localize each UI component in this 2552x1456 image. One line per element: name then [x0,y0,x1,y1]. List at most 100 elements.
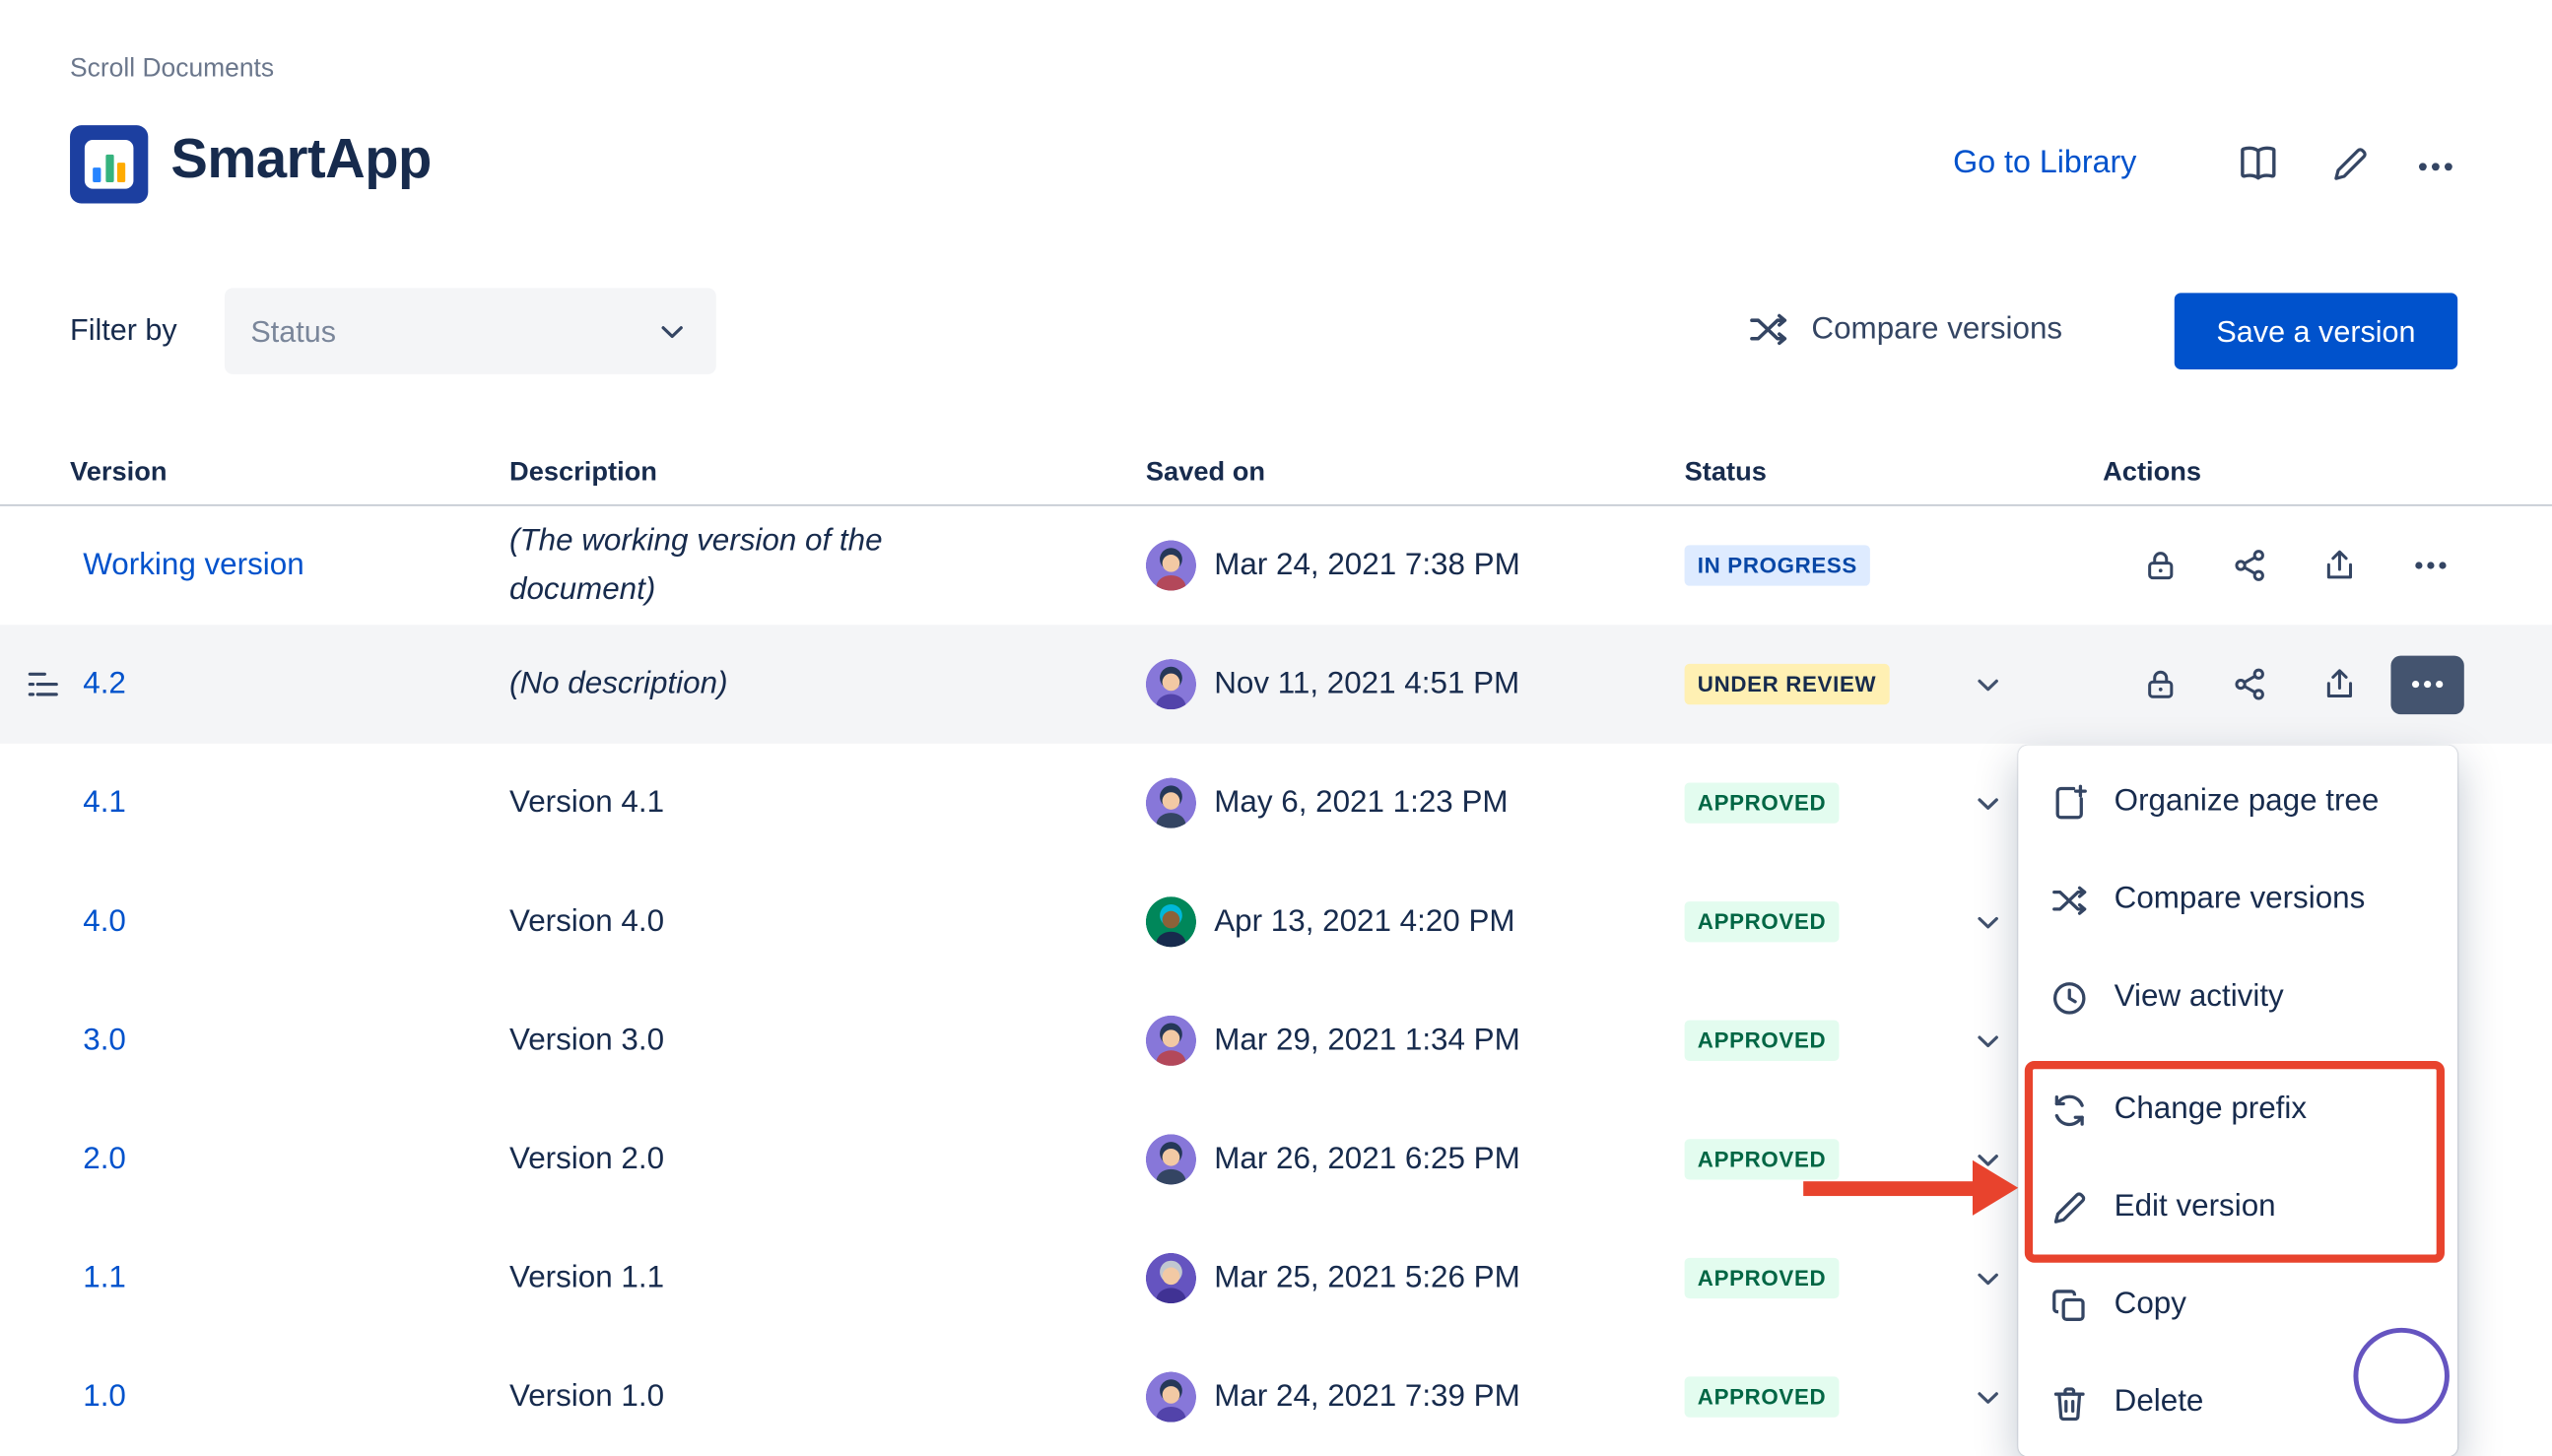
edit-pencil-icon[interactable] [2329,143,2372,185]
column-header-actions: Actions [2103,456,2552,487]
user-avatar [1146,1371,1196,1422]
menu-item-label: Delete [2115,1385,2204,1421]
saved-on-date: Mar 24, 2021 7:39 PM [1214,1379,1520,1415]
row-actions-menu: Organize page tree Compare versions View… [2018,746,2457,1456]
user-avatar [1146,1253,1196,1303]
menu-item-label: Edit version [2115,1189,2276,1224]
column-header-saved-on: Saved on [1146,456,1685,487]
version-link[interactable]: Working version [70,548,304,583]
pencil-icon [2049,1187,2090,1227]
library-book-icon[interactable] [2235,140,2282,187]
status-chevron-down-icon[interactable] [1971,1261,2005,1295]
user-avatar [1146,1016,1196,1066]
menu-item-edit-version[interactable]: Edit version [2018,1158,2457,1256]
menu-item-compare-versions[interactable]: Compare versions [2018,851,2457,949]
user-avatar [1146,540,1196,590]
table-header-row: Version Description Saved on Status Acti… [0,439,2552,506]
status-filter-dropdown[interactable]: Status [225,288,716,374]
status-filter-value: Status [250,313,336,349]
column-header-version: Version [70,456,509,487]
version-description: Version 1.1 [509,1254,998,1302]
saved-on-date: Nov 11, 2021 4:51 PM [1214,666,1519,701]
status-chevron-down-icon[interactable] [1971,1024,2005,1058]
version-description: Version 1.0 [509,1373,998,1422]
version-description: Version 4.0 [509,897,998,946]
version-description: Version 2.0 [509,1136,998,1184]
column-header-status: Status [1685,456,2104,487]
version-link[interactable]: 1.0 [70,1379,126,1415]
app-logo [70,125,148,203]
saved-on-date: Mar 26, 2021 6:25 PM [1214,1142,1520,1177]
version-link[interactable]: 2.0 [70,1142,126,1177]
status-badge: APPROVED [1685,1140,1840,1179]
menu-item-label: Organize page tree [2115,784,2380,820]
status-chevron-down-icon[interactable] [1971,904,2005,939]
user-avatar [1146,896,1196,947]
saved-on-date: Mar 29, 2021 1:34 PM [1214,1023,1520,1058]
row-more-icon[interactable] [2410,545,2451,585]
lock-icon[interactable] [2142,547,2180,584]
chevron-down-icon [654,313,690,349]
version-description: (No description) [509,660,998,708]
page-title: SmartApp [170,128,431,191]
user-avatar [1146,659,1196,709]
version-link[interactable]: 1.1 [70,1260,126,1295]
version-description: Version 3.0 [509,1017,998,1065]
compare-versions-label: Compare versions [1811,311,2062,347]
save-a-version-button[interactable]: Save a version [2175,293,2457,369]
menu-item-view-activity[interactable]: View activity [2018,949,2457,1046]
user-avatar [1146,1134,1196,1184]
lock-icon[interactable] [2142,666,2180,703]
version-description: (The working version of the document) [509,517,998,613]
status-chevron-down-icon[interactable] [1971,667,2005,701]
export-icon[interactable] [2320,547,2358,584]
compare-versions-button[interactable]: Compare versions [1746,307,2062,352]
menu-item-change-prefix[interactable]: Change prefix [2018,1061,2457,1158]
version-link[interactable]: 4.1 [70,785,126,821]
bar-chart-logo-icon [85,140,134,189]
status-badge: IN PROGRESS [1685,546,1871,585]
copy-icon [2049,1285,2090,1325]
table-row: 4.2 (No description) Nov 11, 2021 4:51 P… [0,625,2552,744]
more-actions-icon[interactable] [2414,145,2458,189]
compare-icon [1746,307,1790,352]
menu-item-label: Change prefix [2115,1092,2307,1127]
status-badge: APPROVED [1685,1377,1840,1417]
version-link[interactable]: 3.0 [70,1023,126,1058]
menu-separator [2018,1046,2457,1061]
menu-item-label: Copy [2115,1288,2186,1323]
column-header-description: Description [509,456,1146,487]
share-icon[interactable] [2232,547,2269,584]
saved-on-date: Mar 24, 2021 7:38 PM [1214,548,1520,583]
row-more-icon-active[interactable] [2390,655,2463,713]
status-badge: APPROVED [1685,1021,1840,1060]
status-badge: APPROVED [1685,901,1840,941]
saved-on-date: May 6, 2021 1:23 PM [1214,785,1508,821]
status-chevron-down-icon[interactable] [1971,786,2005,821]
table-row: Working version (The working version of … [0,506,2552,626]
page-tree-add-icon [2049,782,2090,823]
page-tree-icon[interactable] [25,666,62,703]
status-badge: UNDER REVIEW [1685,664,1890,703]
share-icon[interactable] [2232,666,2269,703]
status-badge: APPROVED [1685,783,1840,823]
status-chevron-down-icon[interactable] [1971,1380,2005,1415]
status-chevron-down-icon[interactable] [1971,1143,2005,1177]
go-to-library-link[interactable]: Go to Library [1953,145,2136,182]
refresh-icon [2049,1090,2090,1130]
saved-on-date: Apr 13, 2021 4:20 PM [1214,904,1514,940]
menu-item-copy[interactable]: Copy [2018,1256,2457,1354]
menu-item-delete[interactable]: Delete [2018,1354,2457,1451]
breadcrumb[interactable]: Scroll Documents [70,55,274,85]
filter-by-label: Filter by [70,312,177,348]
clock-icon [2049,977,2090,1018]
trash-icon [2049,1382,2090,1423]
version-link[interactable]: 4.0 [70,904,126,940]
menu-item-organize-page-tree[interactable]: Organize page tree [2018,754,2457,851]
compare-icon [2049,880,2090,920]
scroll-documents-page: Scroll Documents SmartApp Go to Library … [0,0,2552,1456]
export-icon[interactable] [2320,666,2358,703]
saved-on-date: Mar 25, 2021 5:26 PM [1214,1260,1520,1295]
status-badge: APPROVED [1685,1258,1840,1297]
version-link[interactable]: 4.2 [70,666,126,701]
